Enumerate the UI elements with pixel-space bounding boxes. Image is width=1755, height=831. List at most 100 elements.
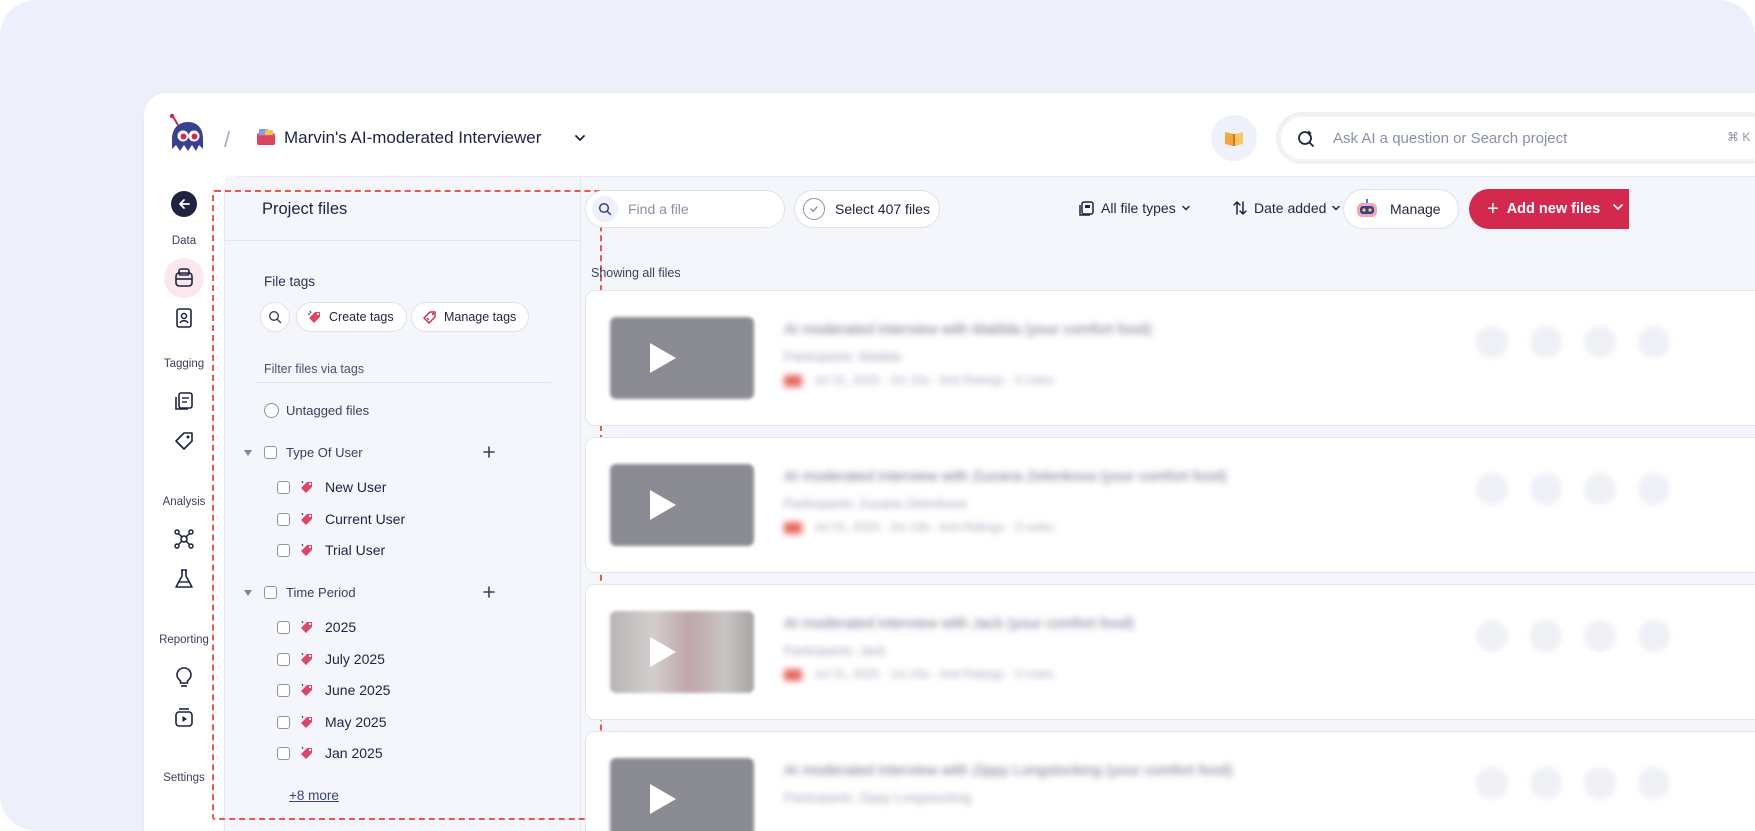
edit-action-icon[interactable]	[1530, 767, 1562, 799]
file-card[interactable]: AI moderated interview with Matilda (you…	[585, 290, 1755, 426]
chevron-down-icon[interactable]	[1612, 201, 1624, 213]
file-type-filter-dropdown[interactable]: All file types	[1079, 200, 1197, 216]
edit-action-icon[interactable]	[1530, 326, 1562, 358]
select-all-files-button[interactable]: Select 407 files	[794, 190, 940, 228]
showing-files-label: Showing all files	[591, 266, 681, 280]
more-options-icon[interactable]	[1638, 620, 1670, 652]
collapse-caret-icon[interactable]	[244, 590, 252, 596]
add-tag-plus-icon[interactable]	[482, 585, 496, 599]
ai-search-placeholder: Ask AI a question or Search project	[1333, 129, 1568, 147]
file-tags-label: File tags	[264, 274, 316, 289]
tag-action-icon[interactable]	[1476, 473, 1508, 505]
tag-label[interactable]: May 2025	[325, 714, 386, 730]
create-tags-button[interactable]: Create tags	[296, 302, 407, 332]
untagged-radio[interactable]	[264, 403, 279, 418]
rail-reels-icon[interactable]	[164, 697, 204, 737]
rail-insights-bulb-icon[interactable]	[164, 657, 204, 697]
tag-action-icon[interactable]	[1476, 620, 1508, 652]
tag-label[interactable]: July 2025	[325, 651, 385, 667]
file-card[interactable]: AI moderated interview with Zippy Longst…	[585, 731, 1755, 831]
play-icon[interactable]	[650, 490, 676, 520]
tag-checkbox[interactable]	[277, 684, 290, 697]
tag-label[interactable]: Jan 2025	[325, 745, 383, 761]
more-options-icon[interactable]	[1638, 473, 1670, 505]
create-tag-icon	[308, 310, 320, 323]
edit-action-icon[interactable]	[1530, 473, 1562, 505]
tag-checkbox[interactable]	[277, 653, 290, 666]
more-options-icon[interactable]	[1638, 326, 1670, 358]
file-title[interactable]: AI moderated interview with Zuzana Zelen…	[784, 468, 1227, 485]
file-actions	[1476, 473, 1670, 505]
tag-checkbox[interactable]	[277, 481, 290, 494]
file-title[interactable]: AI moderated interview with Zippy Longst…	[784, 762, 1233, 779]
breadcrumb-separator: /	[224, 127, 231, 152]
delete-action-icon[interactable]	[1584, 620, 1616, 652]
add-tag-plus-icon[interactable]	[482, 445, 496, 459]
tag-search-button[interactable]	[260, 302, 290, 332]
tag-label[interactable]: June 2025	[325, 682, 390, 698]
rail-flask-icon[interactable]	[164, 559, 204, 599]
show-more-tags-link[interactable]: +8 more	[289, 788, 339, 803]
manage-button[interactable]: Manage	[1343, 189, 1459, 229]
untagged-files-label[interactable]: Untagged files	[286, 403, 369, 418]
play-icon[interactable]	[650, 637, 676, 667]
rail-notes-icon[interactable]	[164, 381, 204, 421]
delete-action-icon[interactable]	[1584, 473, 1616, 505]
tag-checkbox[interactable]	[277, 621, 290, 634]
flag-icon	[784, 374, 802, 387]
rail-graph-icon[interactable]	[164, 519, 204, 559]
tag-label[interactable]: Current User	[325, 511, 405, 527]
check-circle-icon	[803, 198, 825, 220]
tag-label[interactable]: 2025	[325, 619, 356, 635]
sort-dropdown[interactable]: Date added	[1232, 200, 1347, 216]
group-checkbox[interactable]	[264, 446, 277, 459]
video-thumbnail[interactable]	[610, 611, 754, 693]
tag-checkbox[interactable]	[277, 544, 290, 557]
file-card[interactable]: AI moderated interview with Jack (your c…	[585, 584, 1755, 720]
project-title[interactable]: Marvin's AI-moderated Interviewer	[284, 128, 541, 148]
tag-action-icon[interactable]	[1476, 326, 1508, 358]
tag-checkbox[interactable]	[277, 747, 290, 760]
rail-tags-icon[interactable]	[164, 421, 204, 461]
file-meta-text: Jul 31, 2025 · 1m 20s · Anti Ratings · 3…	[814, 667, 1055, 681]
chevron-down-icon	[1181, 205, 1190, 211]
file-title[interactable]: AI moderated interview with Matilda (you…	[784, 321, 1152, 338]
file-card[interactable]: AI moderated interview with Zuzana Zelen…	[585, 437, 1755, 573]
group-checkbox[interactable]	[264, 586, 277, 599]
find-file-input[interactable]: Find a file	[585, 190, 785, 228]
project-switcher-chevron-icon[interactable]	[568, 126, 592, 150]
delete-action-icon[interactable]	[1584, 326, 1616, 358]
tag-checkbox[interactable]	[277, 513, 290, 526]
edit-action-icon[interactable]	[1530, 620, 1562, 652]
rail-section-data: Data	[171, 235, 197, 247]
delete-action-icon[interactable]	[1584, 767, 1616, 799]
select-files-label: Select 407 files	[835, 201, 930, 217]
ai-search-bar[interactable]: Ask AI a question or Search project ⌘ K	[1276, 112, 1755, 164]
video-thumbnail[interactable]	[610, 464, 754, 546]
tag-label[interactable]: Trial User	[325, 542, 385, 558]
tag-group-name[interactable]: Type Of User	[286, 445, 363, 460]
add-new-files-button[interactable]: + Add new files	[1469, 189, 1629, 229]
back-arrow-icon[interactable]	[171, 191, 197, 217]
manage-tags-button[interactable]: Manage tags	[411, 302, 530, 332]
file-type-icon	[1079, 201, 1094, 216]
app-window: / Marvin's AI-moderated Interviewer Ask …	[144, 93, 1755, 831]
marvin-logo-icon[interactable]	[166, 113, 206, 155]
rail-files-icon[interactable]	[164, 258, 204, 298]
tag-action-icon[interactable]	[1476, 767, 1508, 799]
file-title[interactable]: AI moderated interview with Jack (your c…	[784, 615, 1134, 632]
tag-checkbox[interactable]	[277, 716, 290, 729]
rail-contacts-icon[interactable]	[164, 298, 204, 338]
video-thumbnail[interactable]	[610, 317, 754, 399]
tag-group-name[interactable]: Time Period	[286, 585, 356, 600]
more-options-icon[interactable]	[1638, 767, 1670, 799]
file-types-label: All file types	[1101, 200, 1176, 216]
video-thumbnail[interactable]	[610, 758, 754, 831]
play-icon[interactable]	[650, 343, 676, 373]
flag-icon	[784, 668, 802, 681]
tag-label[interactable]: New User	[325, 479, 386, 495]
play-icon[interactable]	[650, 784, 676, 814]
guide-book-button[interactable]	[1211, 115, 1257, 161]
tag-icon	[301, 652, 312, 665]
collapse-caret-icon[interactable]	[244, 450, 252, 456]
